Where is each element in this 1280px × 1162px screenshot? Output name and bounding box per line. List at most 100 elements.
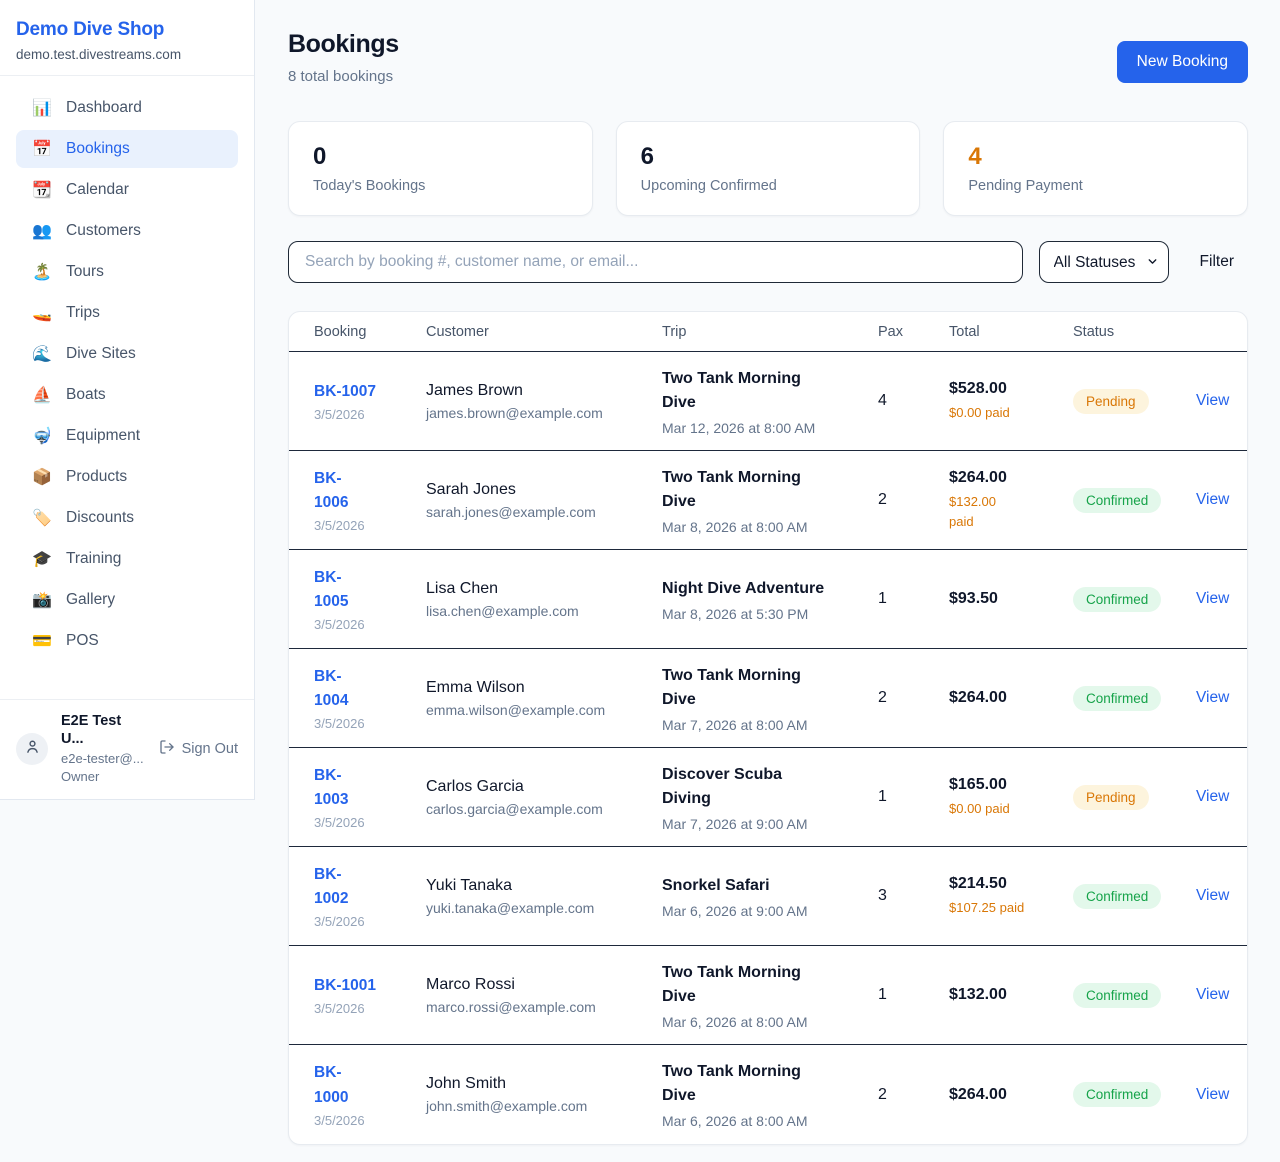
total-amount: $214.50 <box>949 875 1073 893</box>
total-cell: $528.00 $0.00 paid <box>949 380 1073 423</box>
stat-label: Pending Payment <box>968 178 1223 194</box>
trip-name: Discover Scuba Diving <box>662 763 878 811</box>
trip-name: Snorkel Safari <box>662 874 878 898</box>
stat-value: 0 <box>313 143 568 171</box>
status-select[interactable]: All Statuses <box>1039 241 1169 283</box>
view-link[interactable]: View <box>1196 392 1229 409</box>
customer-email: lisa.chen@example.com <box>426 603 662 619</box>
logout-icon <box>159 739 175 759</box>
booking-date: 3/5/2026 <box>314 1001 426 1016</box>
customer-cell: Carlos Garcia carlos.garcia@example.com <box>426 778 662 817</box>
filter-button[interactable]: Filter <box>1200 253 1234 271</box>
pax-count: 2 <box>878 689 949 707</box>
trip-name: Two Tank Morning Dive <box>662 367 878 415</box>
user-role: Owner <box>61 769 146 785</box>
brand-name: Demo Dive Shop <box>16 19 238 41</box>
user-email: e2e-tester@... <box>61 751 146 767</box>
table-header-row: Booking Customer Trip Pax Total Status <box>289 312 1247 352</box>
sidebar-item-label: Tours <box>66 263 104 281</box>
trip-name: Two Tank Morning Dive <box>662 1060 878 1108</box>
sidebar-item-dashboard[interactable]: 📊 Dashboard <box>16 89 238 127</box>
view-link[interactable]: View <box>1196 986 1229 1003</box>
booking-id-link[interactable]: BK- 1002 <box>314 863 426 911</box>
brand-domain: demo.test.divestreams.com <box>16 47 238 62</box>
actions-cell: View <box>1196 1086 1247 1104</box>
total-amount: $132.00 <box>949 986 1073 1004</box>
customer-name: Emma Wilson <box>426 679 662 697</box>
booking-date: 3/5/2026 <box>314 617 426 632</box>
nav-icon: 📆 <box>32 180 52 200</box>
view-link[interactable]: View <box>1196 590 1229 607</box>
sidebar-item-customers[interactable]: 👥 Customers <box>16 212 238 250</box>
customer-email: james.brown@example.com <box>426 405 662 421</box>
booking-id-link[interactable]: BK- 1004 <box>314 665 426 713</box>
trip-cell: Two Tank Morning Dive Mar 12, 2026 at 8:… <box>662 367 878 436</box>
nav-icon: 📅 <box>32 139 52 159</box>
trip-cell: Discover Scuba Diving Mar 7, 2026 at 9:0… <box>662 763 878 832</box>
view-link[interactable]: View <box>1196 788 1229 805</box>
status-badge: Pending <box>1073 389 1149 414</box>
status-cell: Confirmed <box>1073 884 1196 909</box>
customer-email: marco.rossi@example.com <box>426 999 662 1015</box>
booking-id-link[interactable]: BK-1001 <box>314 974 426 998</box>
status-badge: Confirmed <box>1073 686 1161 711</box>
sidebar-item-training[interactable]: 🎓 Training <box>16 540 238 578</box>
sidebar-item-bookings[interactable]: 📅 Bookings <box>16 130 238 168</box>
booking-id-link[interactable]: BK-1007 <box>314 380 426 404</box>
booking-id-link[interactable]: BK- 1000 <box>314 1061 426 1109</box>
booking-id-link[interactable]: BK- 1003 <box>314 764 426 812</box>
sidebar-item-label: Customers <box>66 222 141 240</box>
sign-out-button[interactable]: Sign Out <box>159 739 238 759</box>
customer-name: James Brown <box>426 382 662 400</box>
sidebar-item-gallery[interactable]: 📸 Gallery <box>16 581 238 619</box>
sidebar-item-calendar[interactable]: 📆 Calendar <box>16 171 238 209</box>
sidebar-item-tours[interactable]: 🏝️ Tours <box>16 253 238 291</box>
actions-cell: View <box>1196 491 1247 509</box>
booking-id-link[interactable]: BK- 1006 <box>314 467 426 515</box>
customer-email: carlos.garcia@example.com <box>426 801 662 817</box>
customer-email: yuki.tanaka@example.com <box>426 900 662 916</box>
sidebar-item-trips[interactable]: 🚤 Trips <box>16 294 238 332</box>
customer-name: Lisa Chen <box>426 580 662 598</box>
booking-cell: BK- 1002 3/5/2026 <box>314 863 426 929</box>
total-cell: $264.00 <box>949 1086 1073 1104</box>
new-booking-button[interactable]: New Booking <box>1117 41 1248 83</box>
sidebar-item-dive-sites[interactable]: 🌊 Dive Sites <box>16 335 238 373</box>
table-row: BK- 1006 3/5/2026 Sarah Jones sarah.jone… <box>289 451 1247 550</box>
paid-amount: $107.25 paid <box>949 898 1073 918</box>
view-link[interactable]: View <box>1196 689 1229 706</box>
actions-cell: View <box>1196 986 1247 1004</box>
nav-icon: 🤿 <box>32 426 52 446</box>
sidebar-item-products[interactable]: 📦 Products <box>16 458 238 496</box>
paid-amount: $0.00 paid <box>949 403 1073 423</box>
sidebar-item-boats[interactable]: ⛵ Boats <box>16 376 238 414</box>
total-cell: $214.50 $107.25 paid <box>949 875 1073 918</box>
sidebar-item-equipment[interactable]: 🤿 Equipment <box>16 417 238 455</box>
stats-row: 0 Today's Bookings 6 Upcoming Confirmed … <box>288 121 1248 216</box>
trip-datetime: Mar 6, 2026 at 8:00 AM <box>662 1014 878 1030</box>
search-input[interactable] <box>288 241 1023 283</box>
sidebar-item-label: Calendar <box>66 181 129 199</box>
sidebar-item-label: Discounts <box>66 509 134 527</box>
nav-icon: 📦 <box>32 467 52 487</box>
sidebar: Demo Dive Shop demo.test.divestreams.com… <box>0 0 255 800</box>
sidebar-item-pos[interactable]: 💳 POS <box>16 622 238 660</box>
total-cell: $264.00 $132.00 paid <box>949 469 1073 531</box>
nav-icon: 🌊 <box>32 344 52 364</box>
booking-cell: BK- 1000 3/5/2026 <box>314 1061 426 1127</box>
total-amount: $264.00 <box>949 469 1073 487</box>
page-header: Bookings 8 total bookings New Booking <box>288 30 1248 85</box>
trip-cell: Snorkel Safari Mar 6, 2026 at 9:00 AM <box>662 874 878 919</box>
user-icon <box>24 738 41 760</box>
booking-id-link[interactable]: BK- 1005 <box>314 566 426 614</box>
view-link[interactable]: View <box>1196 491 1229 508</box>
total-amount: $93.50 <box>949 590 1073 608</box>
nav-icon: 🎓 <box>32 549 52 569</box>
view-link[interactable]: View <box>1196 1086 1229 1103</box>
status-cell: Pending <box>1073 785 1196 810</box>
total-cell: $264.00 <box>949 689 1073 707</box>
total-cell: $165.00 $0.00 paid <box>949 776 1073 819</box>
customer-cell: James Brown james.brown@example.com <box>426 382 662 421</box>
view-link[interactable]: View <box>1196 887 1229 904</box>
sidebar-item-discounts[interactable]: 🏷️ Discounts <box>16 499 238 537</box>
